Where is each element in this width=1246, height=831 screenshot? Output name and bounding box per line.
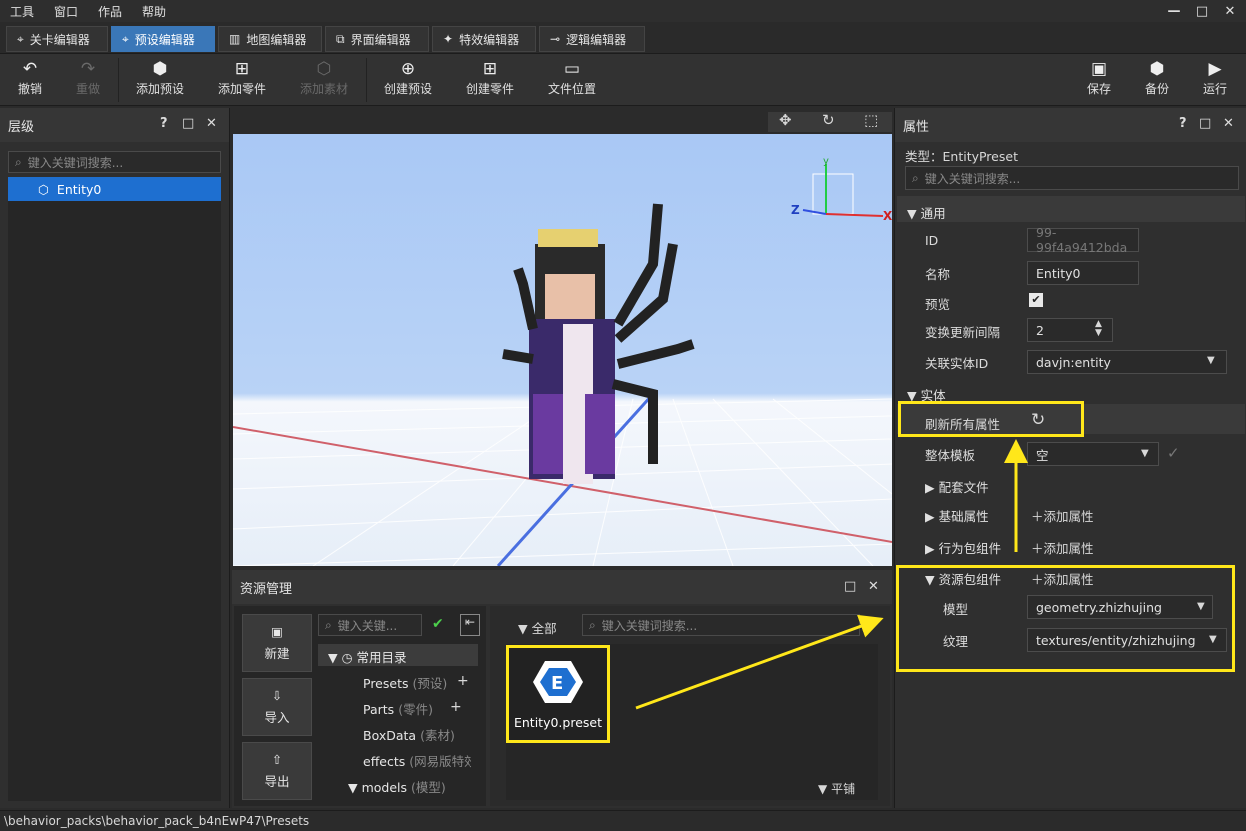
status-path: \behavior_packs\behavior_pack_b4nEwP47\P… xyxy=(0,810,1246,831)
annotation-arrows xyxy=(635,439,1028,710)
